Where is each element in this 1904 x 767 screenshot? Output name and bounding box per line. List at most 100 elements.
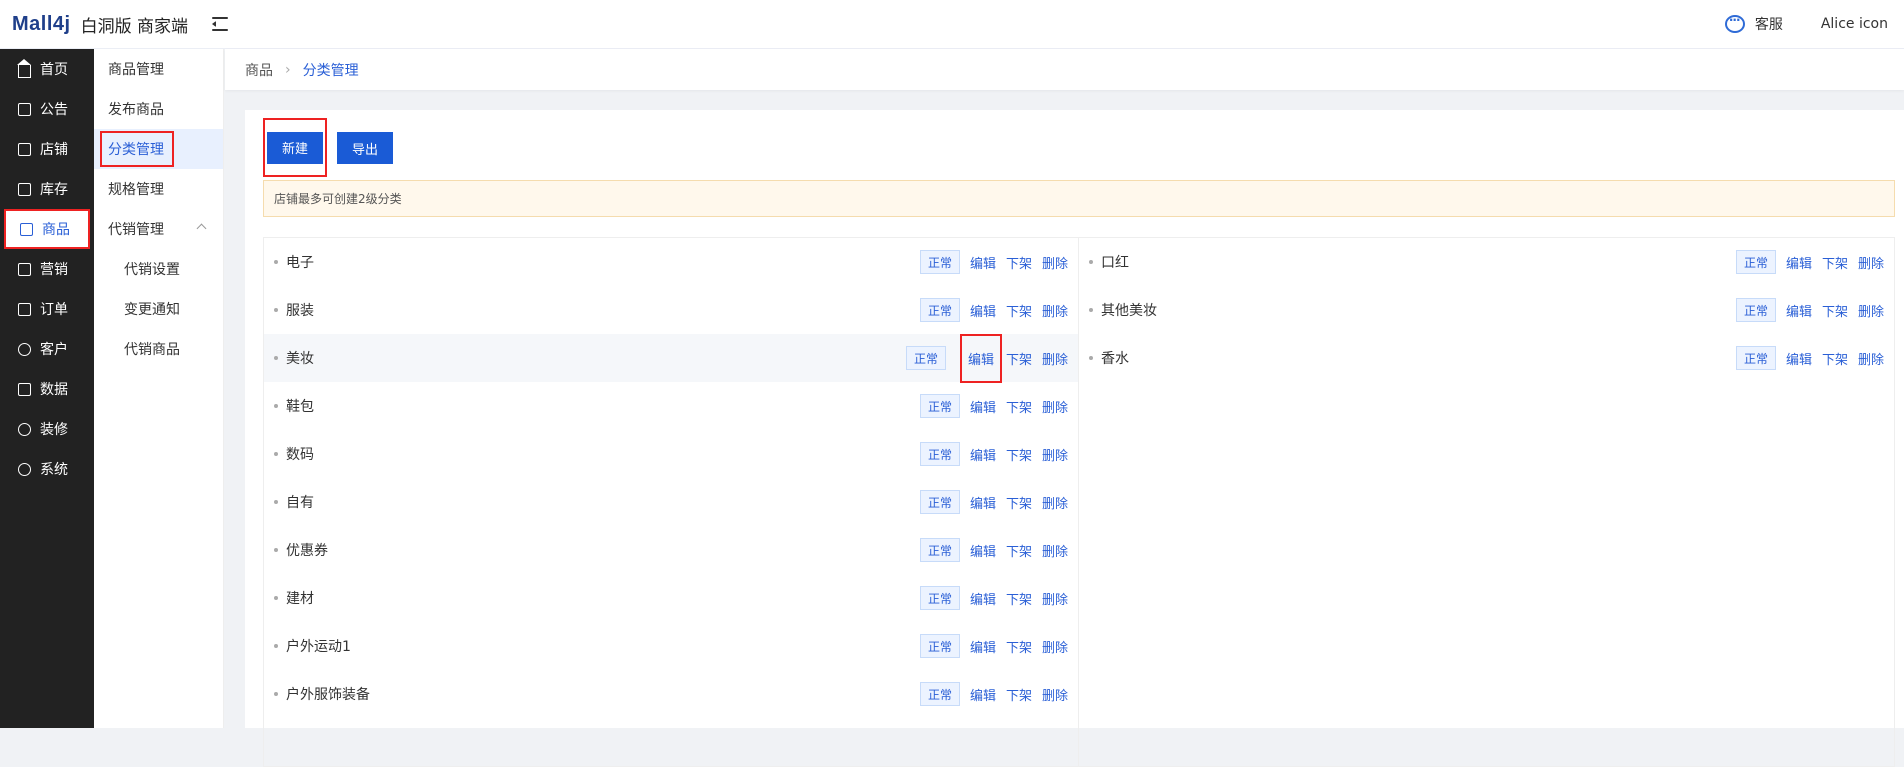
edit-link[interactable]: 编辑	[970, 445, 996, 464]
category-name: 户外服饰装备	[286, 687, 370, 703]
off-shelf-link[interactable]: 下架	[1822, 301, 1848, 320]
export-button[interactable]: 导出	[337, 132, 394, 164]
bullet-dot	[1089, 260, 1093, 264]
status-badge: 正常	[1735, 346, 1776, 370]
edit-link[interactable]: 编辑	[1786, 301, 1812, 320]
off-shelf-link[interactable]: 下架	[1006, 349, 1032, 368]
edit-link[interactable]: 编辑	[970, 637, 996, 656]
category-row: 户外服饰装备 正常 编辑 下架 删除	[264, 670, 1078, 718]
sidebar-item-data[interactable]: 数据	[0, 369, 94, 409]
delete-link[interactable]: 删除	[1042, 397, 1068, 416]
edit-link[interactable]: 编辑	[970, 685, 996, 704]
category-row: 数码 正常 编辑 下架 删除	[264, 430, 1078, 478]
sidebar-item-marketing[interactable]: 营销	[0, 249, 94, 289]
edit-link[interactable]: 编辑	[970, 301, 996, 320]
category-name: 自有	[286, 495, 314, 511]
edit-link[interactable]: 编辑	[1786, 253, 1812, 272]
user-icon	[18, 342, 31, 356]
edit-link[interactable]: 编辑	[959, 333, 1002, 383]
off-shelf-link[interactable]: 下架	[1006, 637, 1032, 656]
breadcrumb-parent[interactable]: 商品	[245, 60, 273, 80]
sidebar-item-notice[interactable]: 公告	[0, 89, 94, 129]
off-shelf-link[interactable]: 下架	[1006, 445, 1032, 464]
settings-icon	[18, 462, 31, 476]
main-content: 新建 导出 店铺最多可创建2级分类 电子 正常 编辑 下架 删除 服装 正常 编辑 下架 删除 美妆…	[245, 110, 1904, 767]
edit-link[interactable]: 编辑	[970, 397, 996, 416]
delete-link[interactable]: 删除	[1042, 637, 1068, 656]
new-button[interactable]: 新建	[267, 131, 324, 164]
delete-link[interactable]: 删除	[1042, 541, 1068, 560]
subnav-publish-product[interactable]: 发布商品	[94, 89, 223, 129]
sidebar-item-label: 商品	[42, 222, 70, 238]
delete-link[interactable]: 删除	[1858, 349, 1884, 368]
edit-link[interactable]: 编辑	[970, 541, 996, 560]
delete-link[interactable]: 删除	[1858, 301, 1884, 320]
bullet-dot	[274, 356, 278, 360]
delete-link[interactable]: 删除	[1858, 253, 1884, 272]
off-shelf-link[interactable]: 下架	[1006, 301, 1032, 320]
sidebar-item-label: 客户	[40, 342, 68, 358]
sidebar-item-inventory[interactable]: 库存	[0, 169, 94, 209]
off-shelf-link[interactable]: 下架	[1006, 493, 1032, 512]
sidebar-item-product[interactable]: 商品	[4, 209, 90, 249]
subnav-consign-settings[interactable]: 代销设置	[94, 249, 223, 289]
delete-link[interactable]: 删除	[1042, 589, 1068, 608]
sidebar-item-home[interactable]: 首页	[0, 49, 94, 89]
sidebar-item-label: 库存	[40, 182, 68, 198]
status-badge: 正常	[919, 682, 960, 706]
home-icon	[17, 58, 31, 78]
off-shelf-link[interactable]: 下架	[1006, 589, 1032, 608]
bullet-dot	[274, 404, 278, 408]
category-tree: 电子 正常 编辑 下架 删除 服装 正常 编辑 下架 删除 美妆 正常 编辑 下架 删除 鞋包 正常 编辑 下架 删除…	[263, 237, 1895, 767]
subnav-spec-manage[interactable]: 规格管理	[94, 169, 223, 209]
header-right: 客服 Alice icon	[1724, 0, 1904, 49]
customer-service-button[interactable]: 客服	[1724, 13, 1783, 34]
delete-link[interactable]: 删除	[1042, 349, 1068, 368]
status-badge: 正常	[919, 490, 960, 514]
notice-bar: 店铺最多可创建2级分类	[263, 180, 1895, 217]
sidebar-item-decor[interactable]: 装修	[0, 409, 94, 449]
delete-link[interactable]: 删除	[1042, 493, 1068, 512]
subnav-label: 规格管理	[108, 182, 164, 198]
subnav-change-notice[interactable]: 变更通知	[94, 289, 223, 329]
sub-sidebar: 商品管理 发布商品 分类管理 规格管理 代销管理 代销设置 变更通知 代销商品	[94, 49, 224, 728]
delete-link[interactable]: 删除	[1042, 253, 1068, 272]
off-shelf-link[interactable]: 下架	[1006, 541, 1032, 560]
category-name: 电子	[286, 255, 314, 271]
category-row: 鞋包 正常 编辑 下架 删除	[264, 382, 1078, 430]
store-icon	[18, 142, 31, 156]
sidebar-item-order[interactable]: 订单	[0, 289, 94, 329]
breadcrumb: 商品 › 分类管理	[225, 49, 1904, 90]
logo[interactable]: Mall4j 白洞版 商家端	[0, 0, 188, 49]
user-menu[interactable]: Alice icon	[1821, 16, 1888, 32]
status-badge: 正常	[1735, 250, 1776, 274]
subnav-label: 分类管理	[100, 131, 174, 167]
subnav-label: 商品管理	[108, 62, 164, 78]
edit-link[interactable]: 编辑	[1786, 349, 1812, 368]
delete-link[interactable]: 删除	[1042, 301, 1068, 320]
delete-link[interactable]: 删除	[1042, 445, 1068, 464]
category-row: 建材 正常 编辑 下架 删除	[264, 574, 1078, 622]
sidebar-item-system[interactable]: 系统	[0, 449, 94, 489]
subnav-product-manage[interactable]: 商品管理	[94, 49, 223, 89]
off-shelf-link[interactable]: 下架	[1006, 685, 1032, 704]
subnav-consign-manage[interactable]: 代销管理	[94, 209, 223, 249]
category-row: 服装 正常 编辑 下架 删除	[264, 286, 1078, 334]
sidebar-item-label: 系统	[40, 462, 68, 478]
off-shelf-link[interactable]: 下架	[1822, 349, 1848, 368]
off-shelf-link[interactable]: 下架	[1006, 397, 1032, 416]
delete-link[interactable]: 删除	[1042, 685, 1068, 704]
subnav-consign-products[interactable]: 代销商品	[94, 329, 223, 369]
status-badge: 正常	[919, 298, 960, 322]
chevron-up-icon	[196, 223, 207, 234]
off-shelf-link[interactable]: 下架	[1822, 253, 1848, 272]
sidebar-item-store[interactable]: 店铺	[0, 129, 94, 169]
sidebar-item-label: 公告	[40, 102, 68, 118]
edit-link[interactable]: 编辑	[970, 493, 996, 512]
off-shelf-link[interactable]: 下架	[1006, 253, 1032, 272]
collapse-menu-icon[interactable]	[211, 17, 230, 31]
edit-link[interactable]: 编辑	[970, 589, 996, 608]
subnav-category-manage[interactable]: 分类管理	[94, 129, 223, 169]
sidebar-item-customer[interactable]: 客户	[0, 329, 94, 369]
edit-link[interactable]: 编辑	[970, 253, 996, 272]
